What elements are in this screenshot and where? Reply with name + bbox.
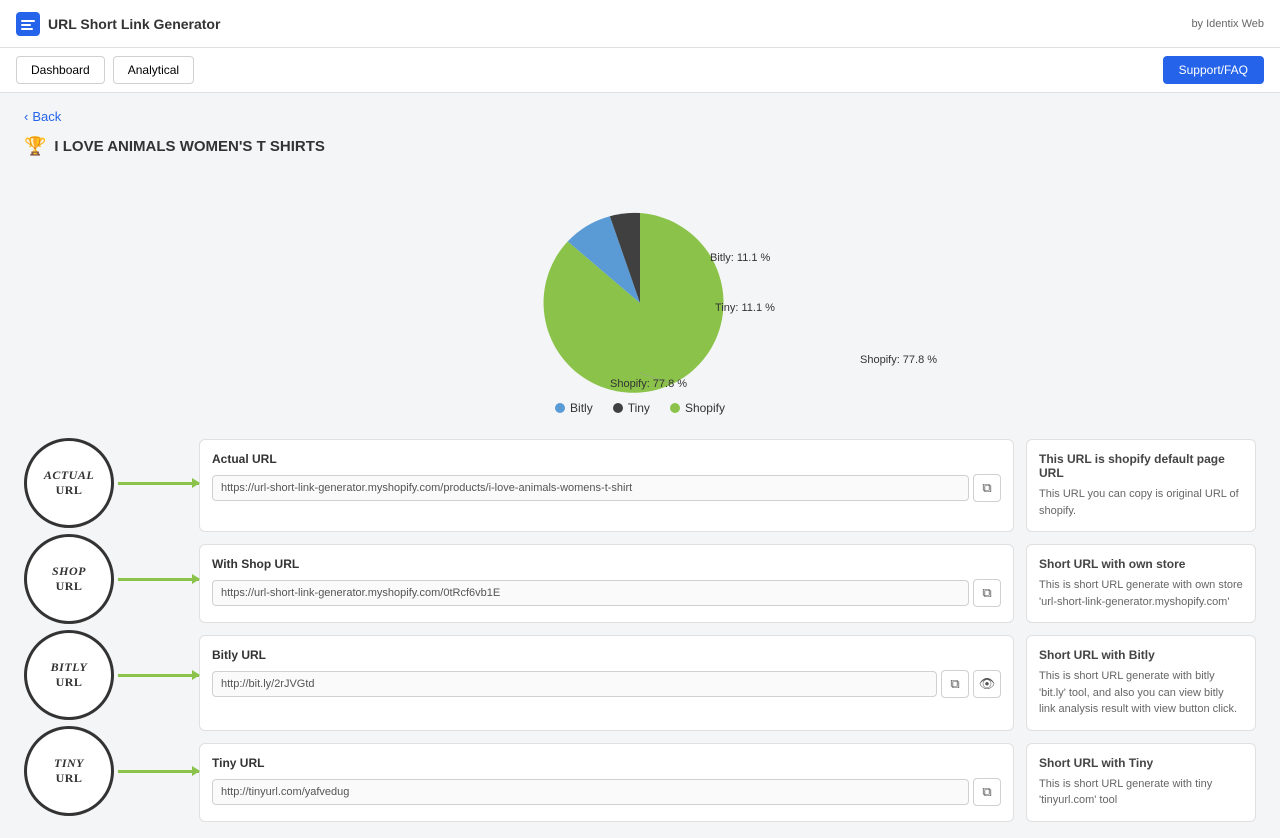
bitly-url-card: Bitly URL http://bit.ly/2rJVGtd ⧉ 👁: [199, 635, 1014, 731]
bitly-label: Bitly: 11.1 %: [710, 252, 771, 264]
legend-shopify-label: Shopify: [685, 401, 725, 415]
nav-bar: Dashboard Analytical Support/FAQ: [0, 48, 1280, 93]
shopify-label: Shopify: 77.8 %: [860, 354, 937, 366]
url-cards-column: Actual URL https://url-short-link-genera…: [199, 439, 1256, 822]
tiny-url-input-row: http://tinyurl.com/yafvedug ⧉: [212, 778, 1001, 806]
product-icon: 🏆: [24, 136, 46, 157]
product-title: I LOVE ANIMALS WOMEN'S T SHIRTS: [54, 138, 325, 155]
analytical-button[interactable]: Analytical: [113, 56, 194, 84]
actual-url-info-text: This URL you can copy is original URL of…: [1039, 486, 1243, 519]
product-header: 🏆 I LOVE ANIMALS WOMEN'S T SHIRTS: [24, 136, 1256, 157]
bitly-url-info-text: This is short URL generate with bitly 'b…: [1039, 668, 1243, 718]
legend-tiny-label: Tiny: [628, 401, 650, 415]
bitly-url-input[interactable]: http://bit.ly/2rJVGtd: [212, 671, 937, 697]
legend-bitly-label: Bitly: [570, 401, 593, 415]
circles-column: ActualURL ShopURL BitlyURL: [24, 439, 199, 815]
shopify-label-bottom: Shopify: 77.8 %: [610, 378, 687, 390]
circle-tiny: TinyURL: [24, 727, 199, 815]
actual-url-input-row: https://url-short-link-generator.myshopi…: [212, 474, 1001, 502]
chart-legend: Bitly Tiny Shopify: [555, 401, 725, 415]
shop-url-title: With Shop URL: [212, 557, 1001, 571]
tiny-url-circle: TinyURL: [24, 726, 114, 816]
actual-url-info-title: This URL is shopify default page URL: [1039, 452, 1243, 480]
circle-actual: ActualURL: [24, 439, 199, 527]
tiny-url-info-text: This is short URL generate with tiny 'ti…: [1039, 776, 1243, 809]
app-title: URL Short Link Generator: [48, 16, 220, 32]
url-section-layout: ActualURL ShopURL BitlyURL: [24, 439, 1256, 822]
legend-shopify: Shopify: [670, 401, 725, 415]
shop-url-info-title: Short URL with own store: [1039, 557, 1243, 571]
actual-url-info-card: This URL is shopify default page URL Thi…: [1026, 439, 1256, 532]
actual-url-copy-button[interactable]: ⧉: [973, 474, 1001, 502]
tiny-url-info-card: Short URL with Tiny This is short URL ge…: [1026, 743, 1256, 822]
bitly-url-view-button[interactable]: 👁: [973, 670, 1001, 698]
tiny-url-copy-button[interactable]: ⧉: [973, 778, 1001, 806]
main-content: ‹ Back 🏆 I LOVE ANIMALS WOMEN'S T SHIRTS…: [0, 93, 1280, 838]
support-button[interactable]: Support/FAQ: [1163, 56, 1264, 84]
legend-tiny-dot: [613, 403, 623, 413]
tiny-url-info-title: Short URL with Tiny: [1039, 756, 1243, 770]
header-left: URL Short Link Generator: [16, 12, 220, 36]
legend-tiny: Tiny: [613, 401, 650, 415]
back-label: Back: [32, 109, 61, 124]
actual-url-title: Actual URL: [212, 452, 1001, 466]
tiny-url-title: Tiny URL: [212, 756, 1001, 770]
chart-section: Bitly: 11.1 % Tiny: 11.1 % Shopify: 77.8…: [24, 173, 1256, 415]
circle-shop: ShopURL: [24, 535, 199, 623]
tiny-url-input[interactable]: http://tinyurl.com/yafvedug: [212, 779, 969, 805]
bitly-url-info-card: Short URL with Bitly This is short URL g…: [1026, 635, 1256, 731]
bitly-url-info-title: Short URL with Bitly: [1039, 648, 1243, 662]
bitly-url-title: Bitly URL: [212, 648, 1001, 662]
bitly-url-circle: BitlyURL: [24, 630, 114, 720]
bitly-url-input-row: http://bit.ly/2rJVGtd ⧉ 👁: [212, 670, 1001, 698]
actual-url-card: Actual URL https://url-short-link-genera…: [199, 439, 1014, 532]
bitly-url-copy-button[interactable]: ⧉: [941, 670, 969, 698]
shop-url-info-text: This is short URL generate with own stor…: [1039, 577, 1243, 610]
shop-url-row: With Shop URL https://url-short-link-gen…: [199, 544, 1256, 623]
nav-buttons: Dashboard Analytical: [16, 56, 194, 84]
back-link[interactable]: ‹ Back: [24, 109, 1256, 124]
back-arrow-icon: ‹: [24, 109, 28, 124]
shop-url-input[interactable]: https://url-short-link-generator.myshopi…: [212, 580, 969, 606]
legend-shopify-dot: [670, 403, 680, 413]
shop-url-card: With Shop URL https://url-short-link-gen…: [199, 544, 1014, 623]
actual-url-input[interactable]: https://url-short-link-generator.myshopi…: [212, 475, 969, 501]
legend-bitly: Bitly: [555, 401, 593, 415]
legend-bitly-dot: [555, 403, 565, 413]
circle-bitly: BitlyURL: [24, 631, 199, 719]
tiny-url-card: Tiny URL http://tinyurl.com/yafvedug ⧉: [199, 743, 1014, 822]
shop-url-input-row: https://url-short-link-generator.myshopi…: [212, 579, 1001, 607]
actual-url-circle: ActualURL: [24, 438, 114, 528]
tiny-label: Tiny: 11.1 %: [715, 302, 775, 314]
bitly-url-row: Bitly URL http://bit.ly/2rJVGtd ⧉ 👁 Shor…: [199, 635, 1256, 731]
shop-url-info-card: Short URL with own store This is short U…: [1026, 544, 1256, 623]
dashboard-button[interactable]: Dashboard: [16, 56, 105, 84]
shop-url-circle: ShopURL: [24, 534, 114, 624]
pie-chart: Bitly: 11.1 % Tiny: 11.1 % Shopify: 77.8…: [470, 173, 810, 393]
app-header: URL Short Link Generator by Identix Web: [0, 0, 1280, 48]
shop-url-copy-button[interactable]: ⧉: [973, 579, 1001, 607]
by-label: by Identix Web: [1191, 18, 1264, 30]
app-icon: [16, 12, 40, 36]
actual-url-row: Actual URL https://url-short-link-genera…: [199, 439, 1256, 532]
tiny-url-row: Tiny URL http://tinyurl.com/yafvedug ⧉ S…: [199, 743, 1256, 822]
